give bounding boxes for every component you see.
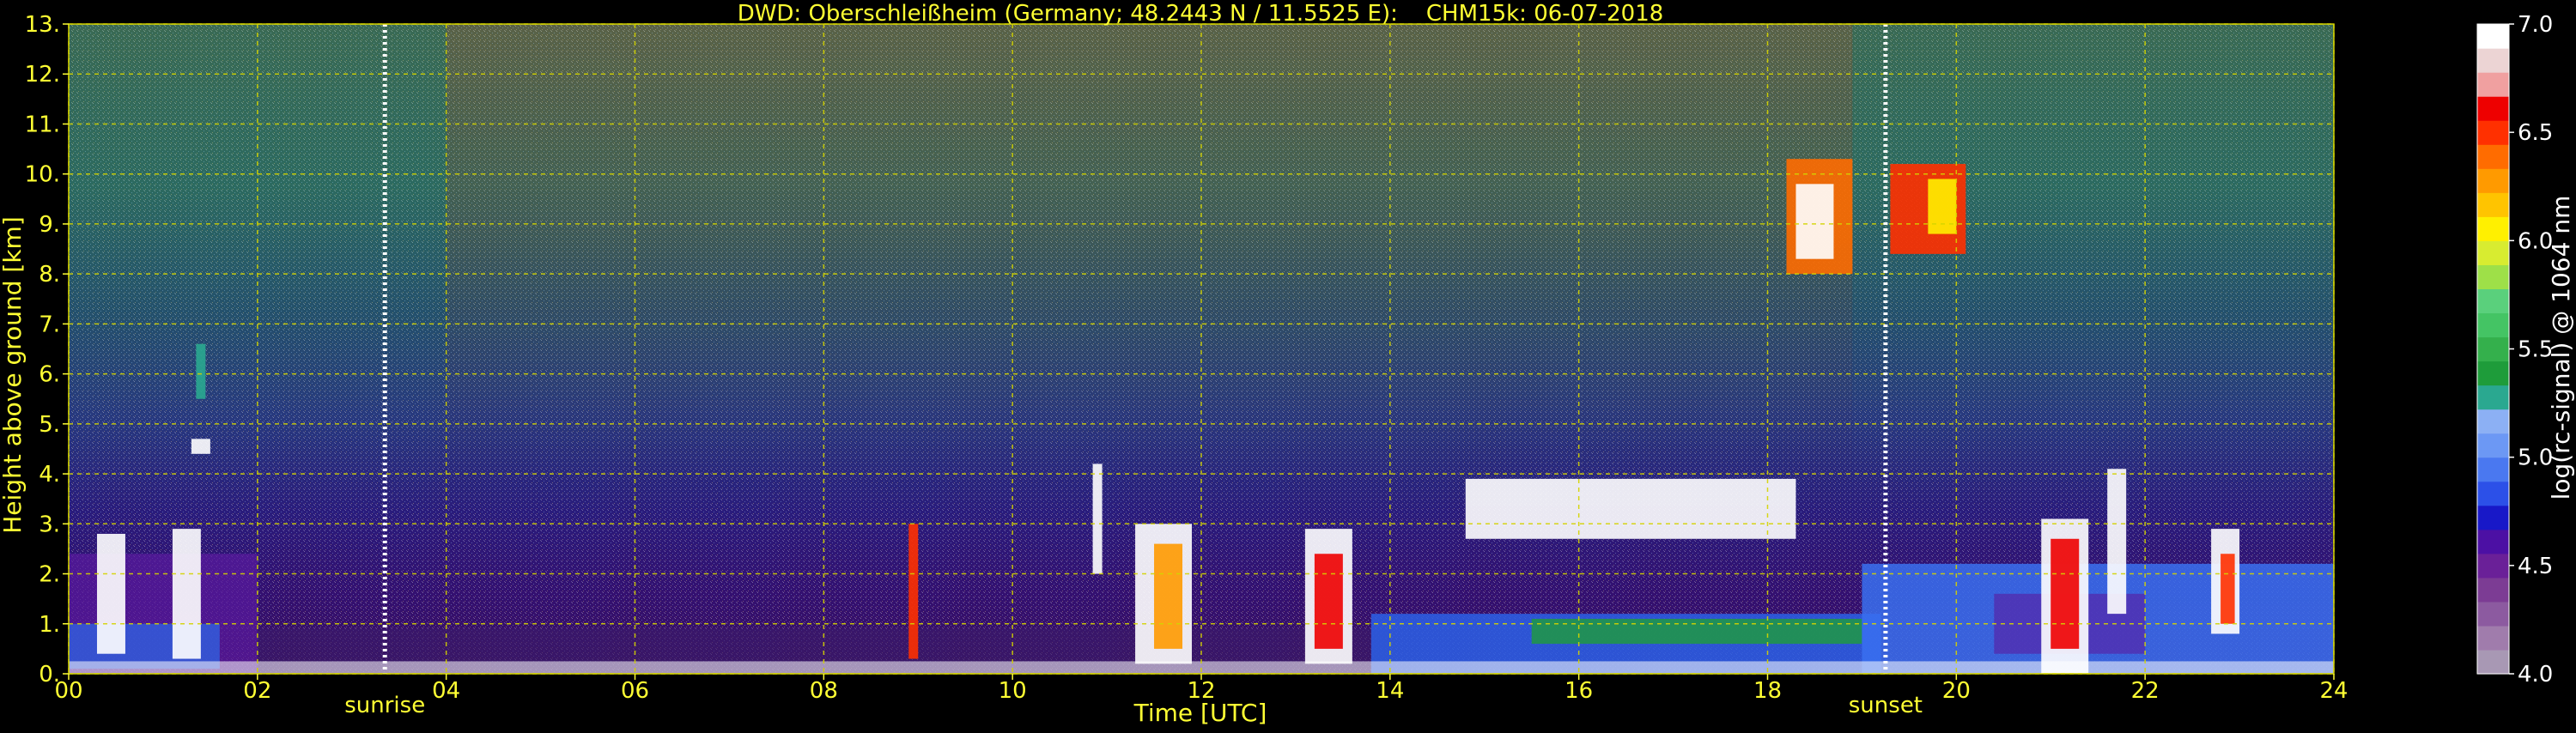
cloud-0 (96, 533, 125, 654)
colorbar-swatch-6 (2477, 505, 2509, 530)
x-tick-label-1: 02 (243, 678, 271, 704)
x-tick-label-11: 22 (2131, 678, 2160, 704)
colorbar-swatch-21 (2477, 144, 2509, 169)
colorbar-swatch-22 (2477, 120, 2509, 145)
colorbar-swatch-11 (2477, 385, 2509, 410)
cloud-17 (2107, 469, 2127, 615)
cloud-14 (1928, 179, 1957, 234)
colorbar-swatch-7 (2477, 481, 2509, 506)
colorbar-swatch-25 (2477, 48, 2509, 73)
y-tick-label-5: 5. (39, 412, 60, 438)
colorbar-tick-label-1: 4.5 (2518, 554, 2553, 579)
cloud-1 (172, 529, 201, 659)
colorbar-swatch-24 (2477, 72, 2509, 97)
cloud-5 (1092, 463, 1103, 574)
y-tick-label-6: 6. (39, 362, 60, 388)
x-tick-label-2: 04 (432, 678, 460, 704)
x-tick-label-5: 10 (999, 678, 1027, 704)
marker-label-sunrise: sunrise (344, 693, 425, 718)
cloud-12 (1795, 184, 1834, 259)
x-tick-label-8: 16 (1564, 678, 1593, 704)
y-tick-label-11: 11. (25, 112, 60, 137)
cloud-4 (908, 524, 919, 659)
colorbar-swatch-3 (2477, 577, 2509, 603)
y-tick-label-9: 9. (39, 212, 60, 238)
x-tick-label-7: 14 (1376, 678, 1404, 704)
y-tick-label-10: 10. (25, 162, 60, 188)
colorbar-swatch-5 (2477, 529, 2509, 554)
colorbar-swatch-26 (2477, 24, 2509, 49)
colorbar-swatch-16 (2477, 264, 2509, 290)
colorbar-swatch-12 (2477, 360, 2509, 386)
colorbar-swatch-19 (2477, 192, 2509, 217)
cloud-7 (1154, 543, 1183, 649)
colorbar-swatch-8 (2477, 457, 2509, 482)
y-tick-label-13: 13. (25, 12, 60, 38)
colorbar-swatch-10 (2477, 409, 2509, 434)
colorbar-tick-label-0: 4.0 (2518, 662, 2553, 688)
x-tick-label-4: 08 (810, 678, 838, 704)
y-tick-label-2: 2. (39, 562, 60, 588)
colorbar-swatch-23 (2477, 96, 2509, 121)
chart-title: DWD: Oberschleißheim (Germany; 48.2443 N… (738, 1, 1664, 27)
y-tick-label-8: 8. (39, 262, 60, 288)
cloud-3 (196, 343, 206, 399)
colorbar-swatch-20 (2477, 168, 2509, 193)
colorbar-swatch-13 (2477, 336, 2509, 362)
y-tick-label-0: 0. (39, 662, 60, 688)
x-tick-label-9: 18 (1753, 678, 1782, 704)
y-tick-label-12: 12. (25, 62, 60, 88)
colorbar-swatch-15 (2477, 288, 2509, 314)
colorbar-tick-label-6: 7.0 (2518, 12, 2553, 38)
colorbar-swatch-0 (2477, 649, 2509, 675)
colorbar: 4.04.55.05.56.06.57.0 (2476, 12, 2553, 688)
colorbar-swatch-17 (2477, 240, 2509, 265)
y-tick-label-3: 3. (39, 512, 60, 537)
colorbar-swatch-4 (2477, 553, 2509, 579)
cloud-16 (2050, 538, 2080, 649)
colorbar-swatch-14 (2477, 312, 2509, 338)
chart-svg: sunrise sunset 00 02 04 06 08 10 12 14 16 18 20 22 24… (0, 1, 2575, 727)
x-tick-label-3: 06 (621, 678, 649, 704)
colorbar-swatch-1 (2477, 625, 2509, 651)
y-tick-label-7: 7. (39, 312, 60, 337)
colorbar-swatch-9 (2477, 433, 2509, 458)
cloud-2 (191, 439, 210, 454)
colorbar-swatch-2 (2477, 601, 2509, 627)
colorbar-swatch-18 (2477, 216, 2509, 241)
marker-label-sunset: sunset (1849, 693, 1923, 718)
x-tick-label-10: 20 (1942, 678, 1971, 704)
y-tick-label-1: 1. (39, 612, 60, 638)
x-tick-label-12: 24 (2319, 678, 2348, 704)
colorbar-label: log(rc-signal) @ 1064 nm (2547, 196, 2575, 500)
cloud-10 (1465, 478, 1796, 539)
aerosol-layer-afternoon (1531, 618, 1862, 645)
cloud-19 (2221, 554, 2235, 624)
y-axis-label: Height above ground [km] (0, 216, 27, 534)
colorbar-tick-label-5: 6.5 (2518, 120, 2553, 146)
ceilometer-chart: sunrise sunset 00 02 04 06 08 10 12 14 16 18 20 22 24… (0, 0, 2576, 730)
x-axis-label: Time [UTC] (1133, 699, 1267, 727)
y-tick-label-4: 4. (39, 462, 60, 488)
cloud-9 (1314, 554, 1343, 649)
